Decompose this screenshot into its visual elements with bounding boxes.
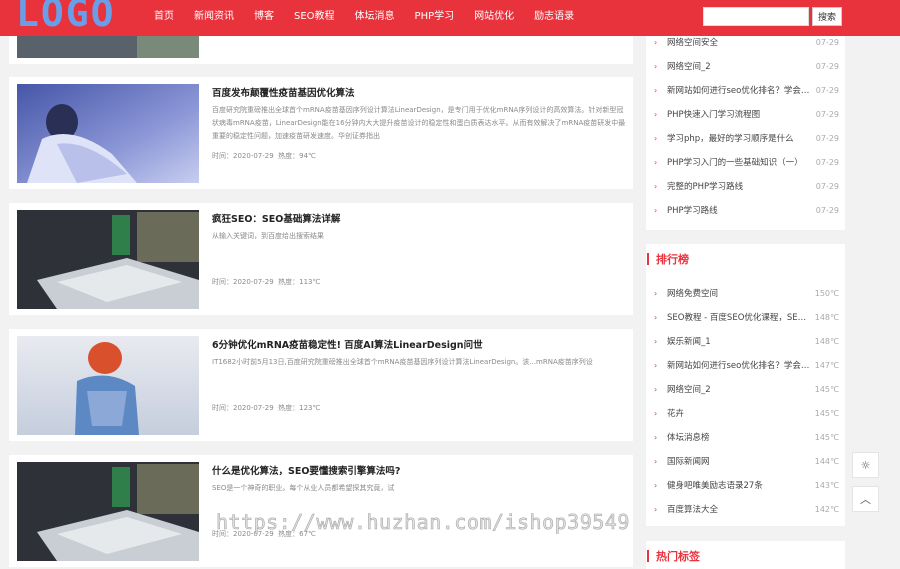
site-logo[interactable]: LOGO <box>16 0 116 35</box>
article-thumbnail[interactable] <box>17 462 199 561</box>
nav-php[interactable]: PHP学习 <box>405 0 465 36</box>
arrow-right-icon: › <box>654 409 658 418</box>
article-thumbnail[interactable] <box>17 210 199 309</box>
arrow-right-icon: › <box>654 361 658 370</box>
article-meta: 时间：2020-07-29 热度：94℃ <box>212 152 316 160</box>
article-title[interactable]: 百度发布颠覆性疫苗基因优化算法 <box>212 85 355 99</box>
article-description: IT1682小时前5月13日,百度研究院重磅推出全球首个mRNA疫苗基因序列设计… <box>212 358 593 366</box>
arrow-right-icon: › <box>654 62 658 71</box>
nav-site-optimization[interactable]: 网站优化 <box>464 0 524 36</box>
article-time: 2020-07-29 <box>233 278 274 286</box>
list-item[interactable]: › 网络空间_2 07-29 <box>646 55 845 79</box>
article-time: 2020-07-29 <box>233 152 274 160</box>
top-header: LOGO 首页 新闻资讯 博客 SEO教程 体坛消息 PHP学习 网站优化 励志… <box>0 0 900 36</box>
ranking-title: 排行榜 <box>656 253 689 266</box>
latest-articles-panel: › 网络空间安全 07-29 › 网络空间_2 07-29 › 新网站如何进行seo优化排… <box>646 8 845 230</box>
article-card[interactable]: 百度发布颠覆性疫苗基因优化算法 百度研究院重磅推出全球首个mRNA疫苗基因序列设… <box>9 77 633 189</box>
article-time: 2020-07-29 <box>233 404 274 412</box>
sun-icon: ☼ <box>860 458 871 472</box>
list-item[interactable]: › 学习php，最好的学习顺序是什么 07-29 <box>646 127 845 151</box>
hot-tags-header: 热门标签 <box>646 541 845 569</box>
article-title[interactable]: 什么是优化算法，SEO要懂搜索引擎算法吗? <box>212 463 400 477</box>
article-meta: 时间：2020-07-29 热度：123℃ <box>212 404 321 412</box>
arrow-right-icon: › <box>654 457 658 466</box>
chevron-up-icon: ︿ <box>860 493 871 506</box>
arrow-right-icon: › <box>654 313 658 322</box>
arrow-right-icon: › <box>654 481 658 490</box>
article-card[interactable]: 6分钟优化mRNA疫苗稳定性! 百度AI算法LinearDesign问世 IT1… <box>9 329 633 441</box>
theme-toggle-button[interactable]: ☼ <box>852 452 879 478</box>
ranking-header: 排行榜 <box>646 244 845 274</box>
nav-news[interactable]: 新闻资讯 <box>184 0 244 36</box>
list-item[interactable]: › 网络空间_2 145℃ <box>646 378 845 402</box>
arrow-right-icon: › <box>654 206 658 215</box>
arrow-right-icon: › <box>654 433 658 442</box>
search-box: 搜索 <box>703 7 842 26</box>
list-item[interactable]: › 健身吧唯美励志语录27条 143℃ <box>646 474 845 498</box>
article-hot: 123℃ <box>299 404 321 412</box>
arrow-right-icon: › <box>654 505 658 514</box>
arrow-right-icon: › <box>654 134 658 143</box>
list-item[interactable]: › 新网站如何进行seo优化排名？学会这几步 07-29 <box>646 79 845 103</box>
article-hot: 113℃ <box>299 278 321 286</box>
watermark-text: https://www.huzhan.com/ishop39549 <box>216 510 630 535</box>
list-item[interactable]: ›SEO教程 - 百度SEO优化课程，SEO优化教程148℃ <box>646 306 845 330</box>
arrow-right-icon: › <box>654 289 658 298</box>
list-item[interactable]: › PHP快速入门学习流程图 07-29 <box>646 103 845 127</box>
nav-seo-tutorial[interactable]: SEO教程 <box>284 0 345 36</box>
ranking-panel: 排行榜 ›网络免费空间150℃ ›SEO教程 - 百度SEO优化课程，SEO优化… <box>646 244 845 526</box>
article-card[interactable]: 疯狂SEO：SEO基础算法详解 从输入关键词，到百度给出搜索结果 时间：2020… <box>9 203 633 315</box>
back-to-top-button[interactable]: ︿ <box>852 486 879 512</box>
article-description: 从输入关键词，到百度给出搜索结果 <box>212 232 324 240</box>
article-title[interactable]: 疯狂SEO：SEO基础算法详解 <box>212 211 340 225</box>
arrow-right-icon: › <box>654 385 658 394</box>
article-description: SEO是一个神奇的职业。每个从业人员都希望探其究竟，试 <box>212 484 395 492</box>
latest-list: › 网络空间安全 07-29 › 网络空间_2 07-29 › 新网站如何进行seo优化排… <box>646 31 845 223</box>
list-item[interactable]: › 国际新闻网 144℃ <box>646 450 845 474</box>
nav-blog[interactable]: 博客 <box>244 0 284 36</box>
article-hot: 94℃ <box>299 152 316 160</box>
main-nav: 首页 新闻资讯 博客 SEO教程 体坛消息 PHP学习 网站优化 励志语录 <box>144 0 584 36</box>
nav-quotes[interactable]: 励志语录 <box>524 0 584 36</box>
nav-home[interactable]: 首页 <box>144 0 184 36</box>
list-item[interactable]: › 网络免费空间 150℃ <box>646 282 845 306</box>
hot-tags-panel: 热门标签 <box>646 541 845 569</box>
search-input[interactable] <box>703 7 809 26</box>
list-item[interactable]: › PHP学习路线 07-29 <box>646 199 845 223</box>
arrow-right-icon: › <box>654 86 658 95</box>
arrow-right-icon: › <box>654 110 658 119</box>
hot-tags-title: 热门标签 <box>656 550 700 563</box>
article-thumbnail[interactable] <box>17 84 199 183</box>
article-title[interactable]: 6分钟优化mRNA疫苗稳定性! 百度AI算法LinearDesign问世 <box>212 337 483 351</box>
article-thumbnail[interactable] <box>17 336 199 435</box>
list-item[interactable]: › 娱乐新闻_1 148℃ <box>646 330 845 354</box>
list-item[interactable]: › 百度算法大全 142℃ <box>646 498 845 522</box>
list-item[interactable]: › 花卉 145℃ <box>646 402 845 426</box>
list-item[interactable]: › PHP学习入门的一些基础知识（一） 07-29 <box>646 151 845 175</box>
article-description: 百度研究院重磅推出全球首个mRNA疫苗基因序列设计算法LinearDesign，… <box>212 106 626 140</box>
nav-sports[interactable]: 体坛消息 <box>345 0 405 36</box>
arrow-right-icon: › <box>654 158 658 167</box>
article-meta: 时间：2020-07-29 热度：113℃ <box>212 278 321 286</box>
list-item[interactable]: › 完整的PHP学习路线 07-29 <box>646 175 845 199</box>
list-item[interactable]: › 新网站如何进行seo优化排名？学会这几步 147℃ <box>646 354 845 378</box>
ranking-list: ›网络免费空间150℃ ›SEO教程 - 百度SEO优化课程，SEO优化教程14… <box>646 282 845 522</box>
list-item[interactable]: › 体坛消息榜 145℃ <box>646 426 845 450</box>
search-button[interactable]: 搜索 <box>812 7 842 26</box>
arrow-right-icon: › <box>654 182 658 191</box>
arrow-right-icon: › <box>654 337 658 346</box>
